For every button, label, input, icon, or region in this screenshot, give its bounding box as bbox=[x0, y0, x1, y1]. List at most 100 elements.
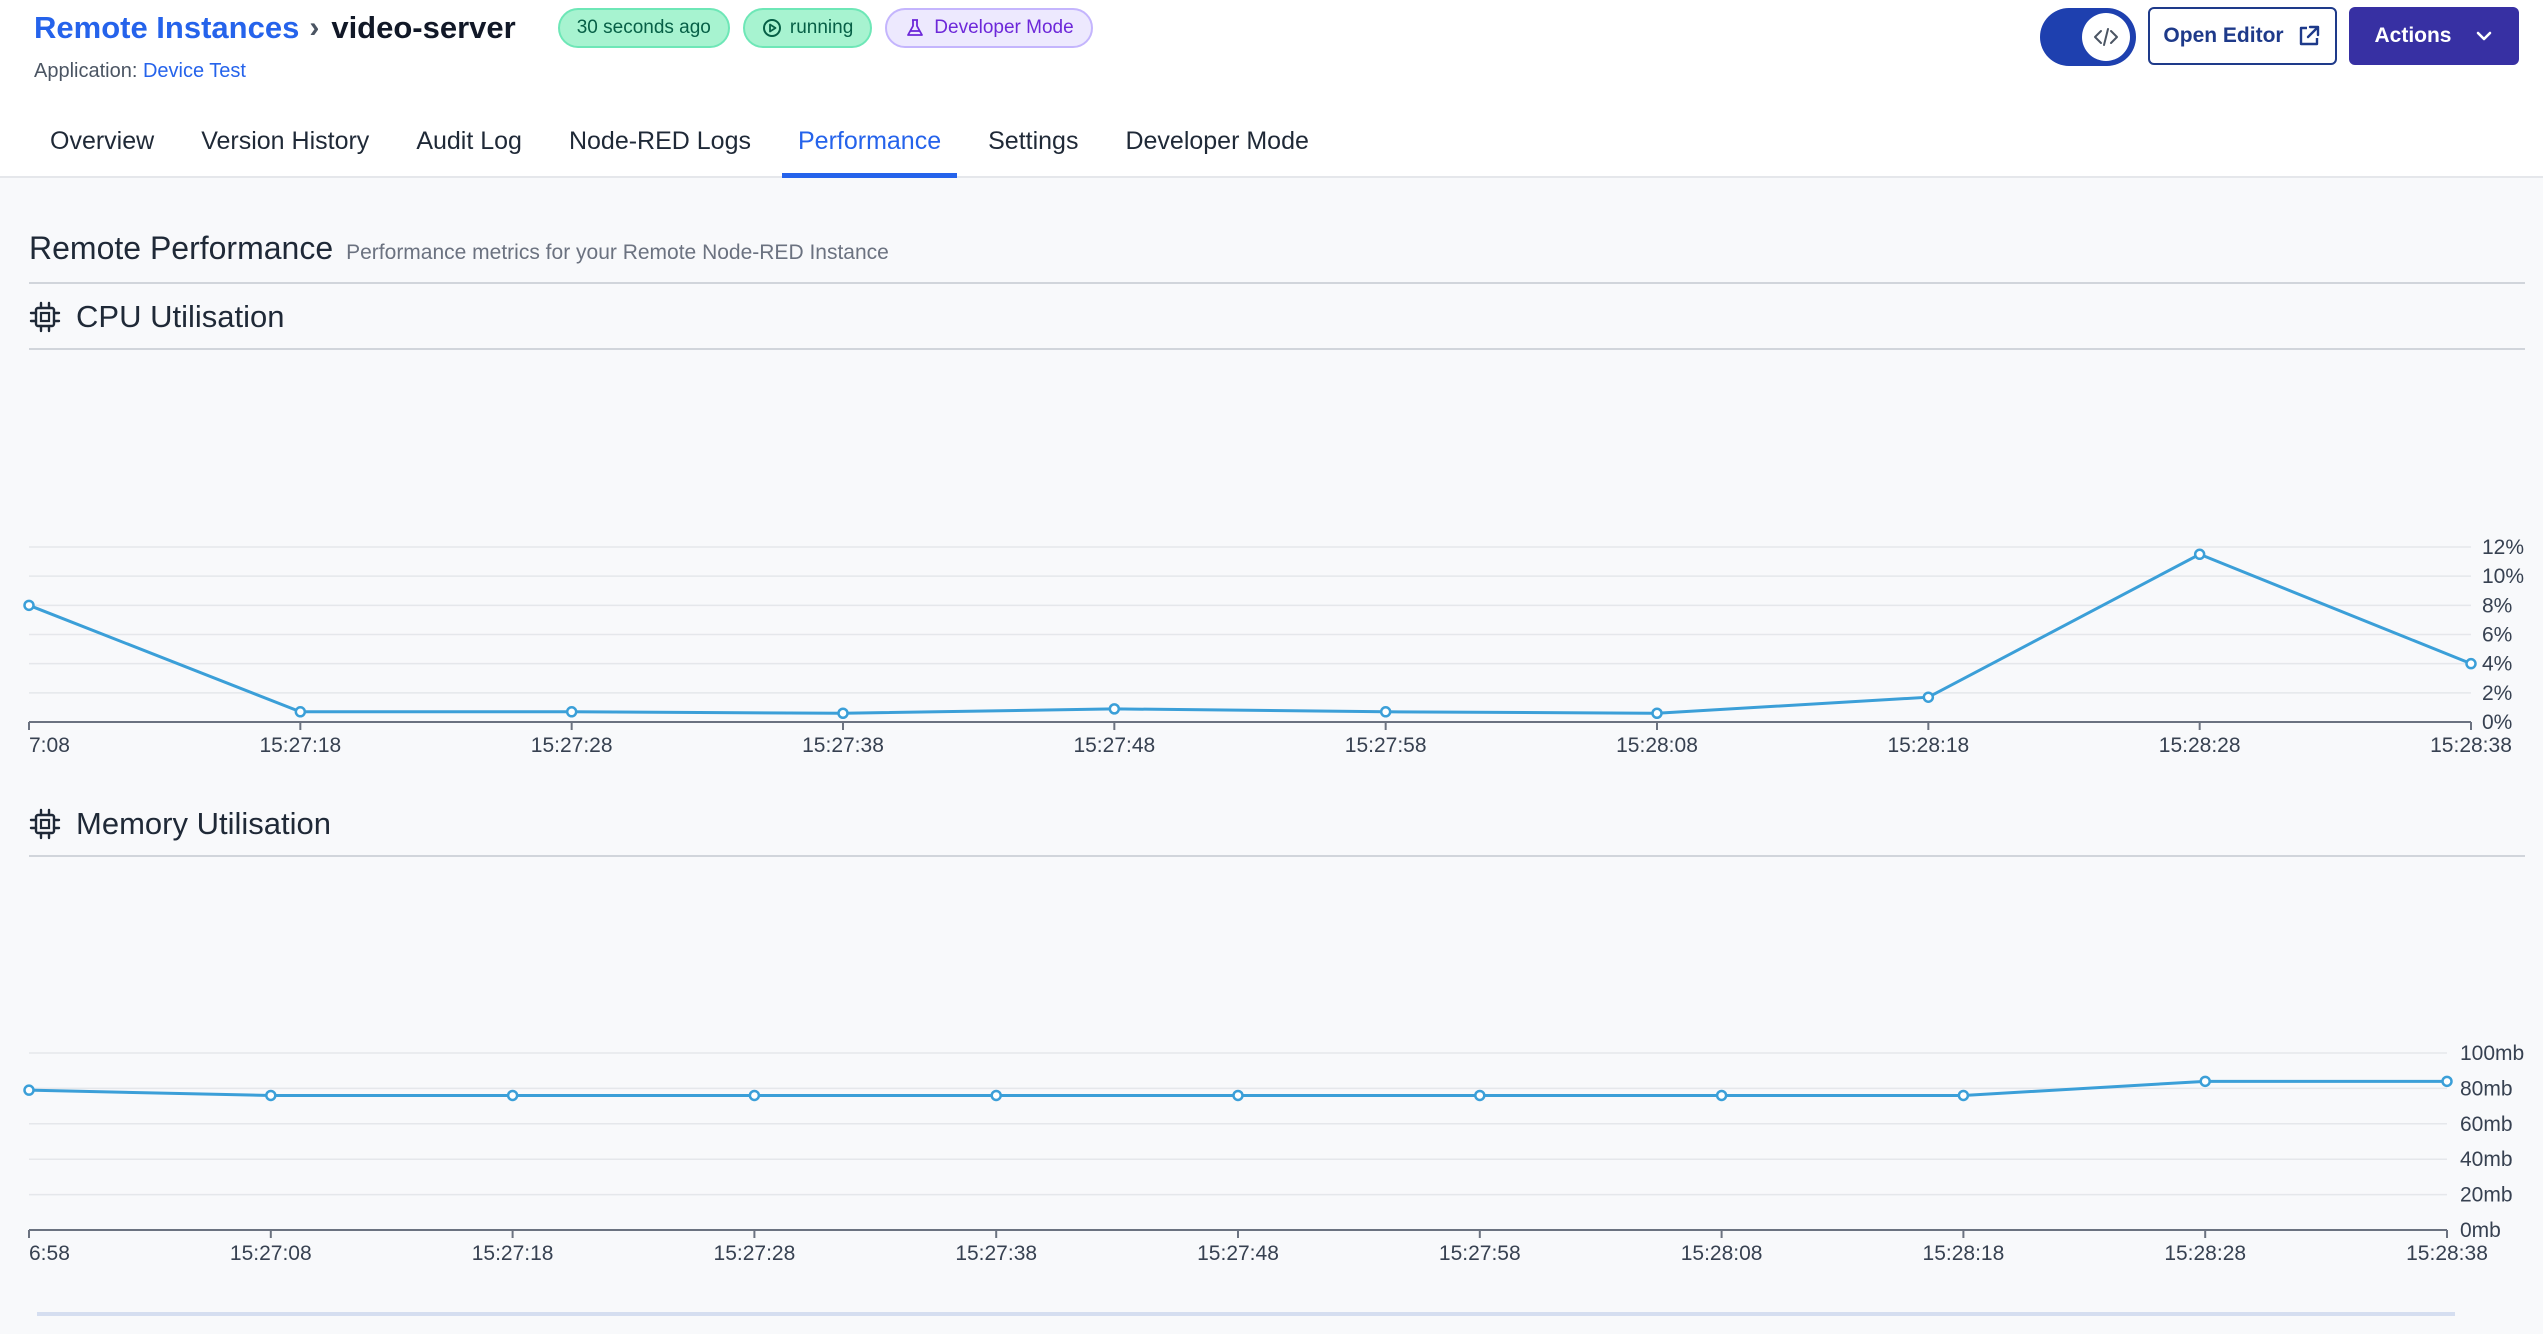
cpu-line-chart: 0% 2% 4% 6% 8% 10% 12% 7:08 15:27:18 15:27:28 15:2… bbox=[23, 536, 2524, 757]
data-point bbox=[1957, 1089, 1970, 1102]
instance-tabs: Overview Version History Audit Log Node-… bbox=[34, 120, 1340, 178]
y-tick-label: 4% bbox=[2482, 653, 2512, 676]
open-editor-label: Open Editor bbox=[2163, 24, 2284, 47]
cpu-chart: 0% 2% 4% 6% 8% 10% 12% 7:08 15:27:18 15:27:28 15:2… bbox=[0, 450, 2543, 802]
data-point bbox=[1715, 1089, 1728, 1102]
x-tick-label: 15:27:38 bbox=[955, 1242, 1037, 1265]
y-tick-label: 40mb bbox=[2460, 1148, 2513, 1171]
application-link[interactable]: Device Test bbox=[143, 60, 246, 82]
beaker-icon bbox=[907, 19, 924, 36]
performance-panel: Remote Performance Performance metrics f… bbox=[0, 178, 2543, 1334]
data-point bbox=[748, 1089, 761, 1102]
x-tick-label: 15:28:28 bbox=[2164, 1242, 2246, 1265]
y-tick-label: 12% bbox=[2482, 536, 2524, 559]
x-tick-label: 15:27:48 bbox=[1073, 734, 1155, 757]
cpu-section-header: CPU Utilisation bbox=[29, 286, 2525, 350]
zoom-slider-move-handle[interactable] bbox=[37, 1312, 2455, 1316]
x-tick-label: 15:28:08 bbox=[1616, 734, 1698, 757]
y-tick-label: 20mb bbox=[2460, 1184, 2513, 1207]
application-line: Application: Device Test bbox=[34, 60, 246, 83]
x-tick-label: 15:27:58 bbox=[1345, 734, 1427, 757]
status-badge: running bbox=[742, 8, 873, 48]
x-tick-label: 15:28:18 bbox=[1923, 1242, 2005, 1265]
y-tick-label: 0% bbox=[2482, 711, 2512, 734]
y-tick-label: 8% bbox=[2482, 594, 2512, 617]
cpu-chip-icon bbox=[29, 301, 61, 333]
status-badges: 30 seconds ago running Developer Mode bbox=[557, 8, 1093, 48]
play-circle-icon bbox=[762, 19, 781, 37]
data-point bbox=[23, 599, 35, 612]
status-label: running bbox=[789, 17, 854, 38]
developer-mode-toggle[interactable] bbox=[2040, 8, 2136, 66]
x-tick-label: 15:27:28 bbox=[531, 734, 613, 757]
data-point bbox=[990, 1089, 1002, 1102]
y-tick-label: 0mb bbox=[2460, 1219, 2501, 1242]
tab-overview[interactable]: Overview bbox=[34, 120, 170, 178]
x-tick-label: 15:27:18 bbox=[259, 734, 341, 757]
title-row: Remote Instances › video-server 30 secon… bbox=[34, 8, 1093, 48]
developer-mode-badge: Developer Mode bbox=[885, 8, 1093, 48]
instance-header: Remote Instances › video-server 30 secon… bbox=[0, 0, 2543, 178]
memory-section-title: Memory Utilisation bbox=[76, 806, 331, 841]
y-tick-label: 6% bbox=[2482, 624, 2512, 647]
x-tick-label: 15:28:38 bbox=[2430, 734, 2512, 757]
memory-chart: 0mb 20mb 40mb 60mb 80mb 100mb 6:58 15:27:08 15:2… bbox=[0, 956, 2543, 1316]
external-link-icon bbox=[2299, 25, 2319, 46]
data-point bbox=[2465, 657, 2477, 670]
application-label: Application: bbox=[34, 60, 138, 82]
data-point bbox=[2193, 548, 2206, 561]
y-tick-label: 2% bbox=[2482, 682, 2512, 705]
data-point bbox=[1474, 1089, 1486, 1102]
actions-label: Actions bbox=[2374, 24, 2452, 47]
tab-developer-mode[interactable]: Developer Mode bbox=[1109, 120, 1324, 178]
tab-audit-log[interactable]: Audit Log bbox=[400, 120, 538, 178]
toggle-knob bbox=[2082, 13, 2130, 61]
performance-description: Performance metrics for your Remote Node… bbox=[346, 241, 889, 264]
x-tick-label: 15:27:58 bbox=[1439, 1242, 1521, 1265]
x-tick-label: 15:27:38 bbox=[802, 734, 884, 757]
tab-settings[interactable]: Settings bbox=[972, 120, 1094, 178]
actions-button[interactable]: Actions bbox=[2349, 7, 2519, 65]
code-icon bbox=[2094, 28, 2118, 46]
data-point bbox=[1379, 706, 1392, 718]
tab-performance[interactable]: Performance bbox=[781, 120, 958, 178]
y-tick-label: 60mb bbox=[2460, 1113, 2513, 1136]
performance-header: Remote Performance Performance metrics f… bbox=[29, 230, 2525, 284]
x-tick-label: 15:28:38 bbox=[2406, 1242, 2488, 1265]
x-tick-label: 6:58 bbox=[29, 1242, 70, 1265]
page-title: video-server bbox=[331, 10, 516, 45]
memory-line-chart: 0mb 20mb 40mb 60mb 80mb 100mb 6:58 15:27:08 15:2… bbox=[23, 1042, 2524, 1316]
data-point bbox=[2199, 1075, 2211, 1088]
data-point bbox=[23, 1084, 35, 1096]
data-point bbox=[294, 706, 307, 718]
tab-version-history[interactable]: Version History bbox=[185, 120, 385, 178]
tab-node-red-logs[interactable]: Node-RED Logs bbox=[553, 120, 767, 178]
data-point bbox=[565, 706, 578, 718]
memory-chip-icon bbox=[29, 808, 61, 840]
y-tick-label: 80mb bbox=[2460, 1077, 2513, 1100]
last-seen-badge: 30 seconds ago bbox=[557, 8, 730, 48]
x-tick-label: 7:08 bbox=[29, 734, 70, 757]
data-point bbox=[265, 1089, 277, 1102]
data-point bbox=[1232, 1089, 1244, 1102]
developer-mode-label: Developer Mode bbox=[934, 17, 1074, 38]
x-tick-label: 15:27:18 bbox=[472, 1242, 554, 1265]
data-point bbox=[1651, 707, 1663, 719]
open-editor-button[interactable]: Open Editor bbox=[2148, 7, 2337, 65]
chevron-right-icon: › bbox=[309, 11, 320, 44]
performance-title: Remote Performance bbox=[29, 230, 334, 266]
x-tick-label: 15:28:18 bbox=[1887, 734, 1969, 757]
cpu-section-title: CPU Utilisation bbox=[76, 299, 285, 334]
x-tick-label: 15:28:08 bbox=[1681, 1242, 1763, 1265]
data-point bbox=[2441, 1075, 2453, 1088]
chevron-down-icon bbox=[2476, 31, 2491, 41]
y-tick-label: 100mb bbox=[2460, 1042, 2524, 1065]
last-seen-label: 30 seconds ago bbox=[576, 17, 711, 38]
x-tick-label: 15:27:08 bbox=[230, 1242, 312, 1265]
data-point bbox=[837, 707, 849, 719]
data-point bbox=[1108, 703, 1121, 715]
data-point bbox=[1922, 691, 1935, 703]
y-tick-label: 10% bbox=[2482, 565, 2524, 588]
breadcrumb-remote-instances[interactable]: Remote Instances bbox=[34, 10, 299, 46]
data-point bbox=[506, 1089, 519, 1102]
